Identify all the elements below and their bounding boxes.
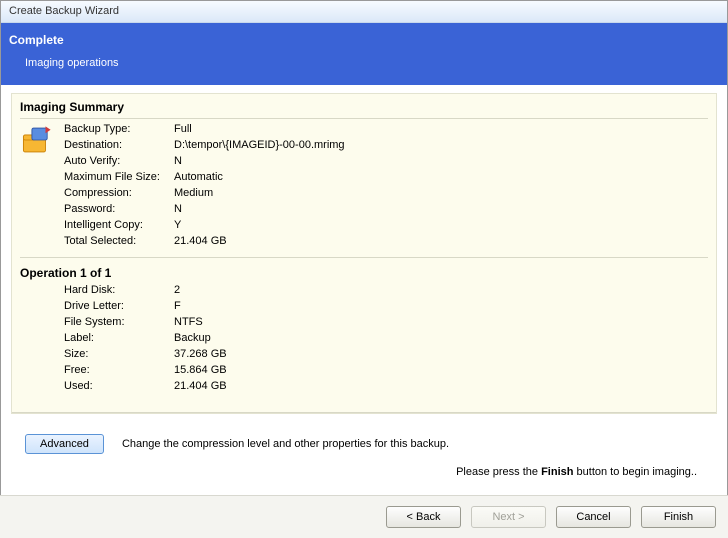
operation-row: Free:15.864 GB: [64, 362, 708, 378]
imaging-summary-title: Imaging Summary: [12, 94, 716, 118]
summary-row: Total Selected:21.404 GB: [64, 233, 708, 249]
finish-hint-bold: Finish: [541, 466, 573, 478]
operation-label: Free:: [64, 362, 174, 378]
operation-row: Label:Backup: [64, 330, 708, 346]
summary-row: Password:N: [64, 201, 708, 217]
summary-value: Y: [174, 217, 708, 233]
summary-label: Backup Type:: [64, 121, 174, 137]
summary-label: Destination:: [64, 137, 174, 153]
operation-value: 15.864 GB: [174, 362, 708, 378]
wizard-header: Complete Imaging operations: [1, 23, 727, 85]
advanced-hint: Change the compression level and other p…: [122, 438, 449, 450]
next-button: Next >: [471, 506, 546, 528]
summary-panel: Imaging Summary Backup Type:Full Destina…: [11, 93, 717, 414]
operation-title: Operation 1 of 1: [20, 258, 708, 282]
operation-value: Backup: [174, 330, 708, 346]
summary-row: Maximum File Size:Automatic: [64, 169, 708, 185]
summary-label: Password:: [64, 201, 174, 217]
summary-value: Full: [174, 121, 708, 137]
finish-button[interactable]: Finish: [641, 506, 716, 528]
operation-label: Hard Disk:: [64, 282, 174, 298]
summary-label: Maximum File Size:: [64, 169, 174, 185]
summary-value: D:\tempor\{IMAGEID}-00-00.mrimg: [174, 137, 708, 153]
operation-row: Hard Disk:2: [64, 282, 708, 298]
summary-label: Auto Verify:: [64, 153, 174, 169]
cancel-button[interactable]: Cancel: [556, 506, 631, 528]
summary-label: Compression:: [64, 185, 174, 201]
summary-label: Intelligent Copy:: [64, 217, 174, 233]
operation-value: 2: [174, 282, 708, 298]
operation-value: NTFS: [174, 314, 708, 330]
operation-row: Size:37.268 GB: [64, 346, 708, 362]
summary-value: Automatic: [174, 169, 708, 185]
operation-value: 37.268 GB: [174, 346, 708, 362]
operation-row: File System:NTFS: [64, 314, 708, 330]
wizard-step-title: Complete: [9, 33, 719, 47]
summary-row: Destination:D:\tempor\{IMAGEID}-00-00.mr…: [64, 137, 708, 153]
operation-label: Size:: [64, 346, 174, 362]
operation-label: Used:: [64, 378, 174, 394]
summary-row: Compression:Medium: [64, 185, 708, 201]
summary-row: Intelligent Copy:Y: [64, 217, 708, 233]
finish-hint: Please press the Finish button to begin …: [25, 466, 703, 478]
summary-row: Auto Verify:N: [64, 153, 708, 169]
wizard-step-subtitle: Imaging operations: [25, 57, 719, 69]
title-bar: Create Backup Wizard: [1, 1, 727, 23]
backup-folder-icon: [20, 123, 54, 157]
operation-label: File System:: [64, 314, 174, 330]
summary-value: Medium: [174, 185, 708, 201]
operation-row: Used:21.404 GB: [64, 378, 708, 394]
operation-label: Label:: [64, 330, 174, 346]
finish-hint-pre: Please press the: [456, 466, 541, 478]
summary-label: Total Selected:: [64, 233, 174, 249]
operation-row: Drive Letter:F: [64, 298, 708, 314]
summary-value: N: [174, 201, 708, 217]
operation-value: F: [174, 298, 708, 314]
back-button[interactable]: < Back: [386, 506, 461, 528]
summary-value: N: [174, 153, 708, 169]
wizard-footer: < Back Next > Cancel Finish: [0, 495, 728, 538]
summary-value: 21.404 GB: [174, 233, 708, 249]
operation-value: 21.404 GB: [174, 378, 708, 394]
operation-label: Drive Letter:: [64, 298, 174, 314]
window-title: Create Backup Wizard: [9, 5, 119, 17]
advanced-button[interactable]: Advanced: [25, 434, 104, 454]
finish-hint-post: button to begin imaging..: [573, 466, 697, 478]
summary-row: Backup Type:Full: [64, 121, 708, 137]
